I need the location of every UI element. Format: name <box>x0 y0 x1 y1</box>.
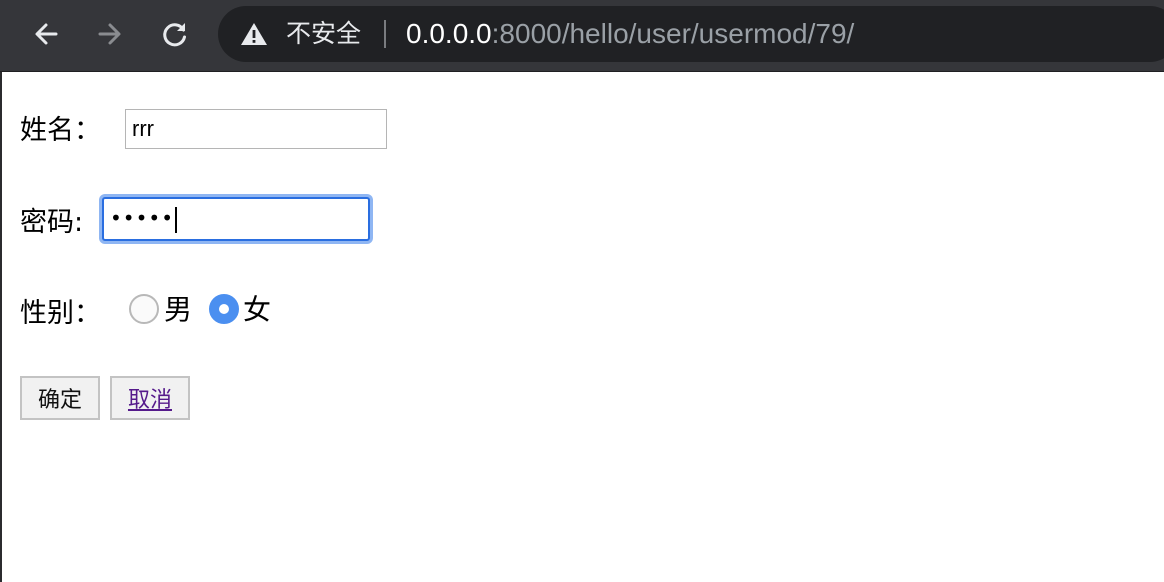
name-label: 姓名： <box>20 115 101 146</box>
password-label: 密码: <box>20 207 84 238</box>
gender-label: 性别： <box>20 298 101 329</box>
forward-button[interactable] <box>90 14 130 54</box>
url-text[interactable]: 0.0.0.0:8000/hello/user/usermod/79/ <box>406 16 854 52</box>
address-bar[interactable]: 不安全 0.0.0.0:8000/hello/user/usermod/79/ <box>218 6 1164 62</box>
password-mask: ••••• <box>110 206 174 230</box>
page-content: 姓名： rrr 密码: ••••• 性别： 男 女 确定 取消 <box>0 72 1164 582</box>
gender-option-male-label[interactable]: 男 <box>164 288 192 328</box>
warning-triangle-icon[interactable] <box>240 22 268 46</box>
text-caret <box>174 206 177 233</box>
cancel-link[interactable]: 取消 <box>128 382 172 414</box>
url-path: :8000/hello/user/usermod/79/ <box>491 18 855 49</box>
url-host: 0.0.0.0 <box>406 18 492 49</box>
arrow-right-icon <box>98 23 121 45</box>
gender-radio-male[interactable] <box>129 294 159 324</box>
back-button[interactable] <box>26 14 66 54</box>
reload-button[interactable] <box>155 14 195 54</box>
arrow-left-icon <box>35 23 58 45</box>
not-secure-label[interactable]: 不安全 <box>286 18 361 50</box>
browser-toolbar: 不安全 0.0.0.0:8000/hello/user/usermod/79/ <box>0 0 1164 72</box>
submit-button[interactable]: 确定 <box>20 376 100 420</box>
cancel-button[interactable]: 取消 <box>110 376 190 420</box>
gender-option-female-label[interactable]: 女 <box>243 288 271 328</box>
gender-radio-female[interactable] <box>209 294 239 324</box>
name-input[interactable]: rrr <box>125 109 387 149</box>
omnibox-divider <box>384 20 386 48</box>
radio-checked-dot <box>219 304 229 314</box>
reload-icon <box>163 23 186 47</box>
password-input[interactable]: ••••• <box>102 197 370 241</box>
